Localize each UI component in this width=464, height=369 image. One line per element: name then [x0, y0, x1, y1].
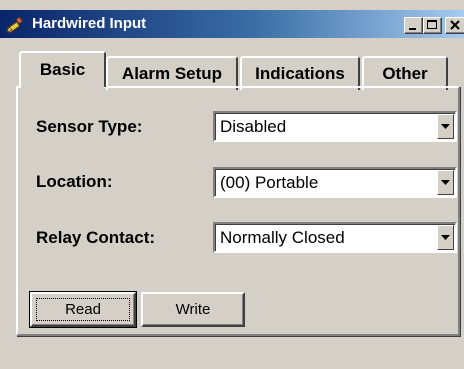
tab-alarm-setup-label: Alarm Setup [121, 64, 223, 83]
tab-indications-label: Indications [255, 64, 345, 83]
location-value: (00) Portable [220, 173, 319, 192]
sensor-type-value: Disabled [220, 117, 287, 136]
title-bar[interactable]: Hardwired Input [0, 10, 464, 38]
relay-contact-label: Relay Contact: [36, 228, 156, 247]
window-title: Hardwired Input [32, 15, 147, 32]
write-button[interactable]: Write [141, 292, 245, 327]
relay-contact-dropdown-button[interactable] [437, 225, 454, 250]
tab-other-label: Other [382, 64, 428, 83]
maximize-button[interactable] [423, 17, 442, 34]
tab-other[interactable]: Other [362, 56, 448, 90]
relay-contact-select[interactable]: Normally Closed [213, 222, 457, 253]
location-select[interactable]: (00) Portable [213, 167, 457, 198]
location-dropdown-button[interactable] [437, 170, 454, 195]
focus-rect [36, 298, 130, 321]
close-icon [450, 20, 460, 30]
minimize-button[interactable] [404, 17, 423, 34]
tab-indications[interactable]: Indications [240, 56, 360, 90]
location-label: Location: [36, 172, 113, 191]
pencil-icon[interactable] [6, 16, 23, 34]
chevron-down-icon [441, 180, 450, 185]
sensor-type-label: Sensor Type: [36, 117, 143, 136]
chevron-down-icon [441, 124, 450, 129]
relay-contact-value: Normally Closed [220, 228, 345, 247]
tab-basic-label: Basic [39, 60, 86, 79]
tab-basic[interactable]: Basic [19, 51, 106, 87]
close-button[interactable] [445, 17, 464, 34]
sensor-type-dropdown-button[interactable] [437, 114, 454, 139]
maximize-icon [427, 20, 437, 29]
minimize-icon [409, 28, 416, 30]
write-button-label: Write [175, 301, 211, 318]
tab-alarm-setup[interactable]: Alarm Setup [106, 56, 238, 90]
tab-join [21, 84, 104, 89]
hardwired-input-window: Hardwired Input Basic Alarm Setup Indica… [0, 0, 464, 369]
read-button[interactable]: Read [29, 291, 137, 328]
chevron-down-icon [441, 235, 450, 240]
sensor-type-select[interactable]: Disabled [213, 111, 457, 142]
